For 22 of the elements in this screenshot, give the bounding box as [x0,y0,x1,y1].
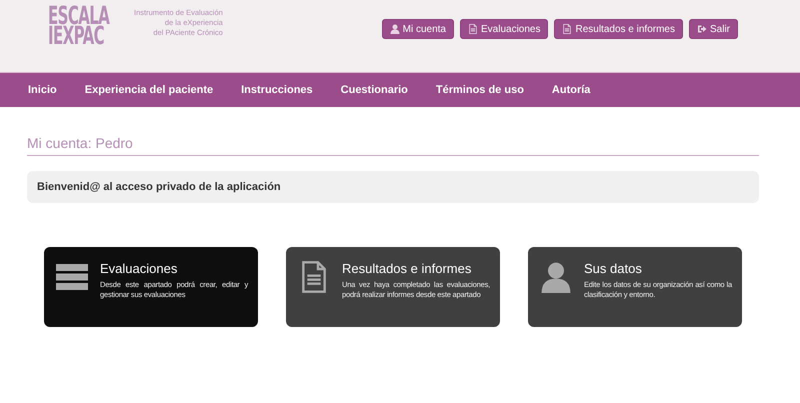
nav-link[interactable]: Autoría [552,84,590,96]
page-title: Mi cuenta: Pedro [27,135,759,156]
document-icon [562,24,572,34]
header-button[interactable]: Salir [688,19,738,39]
nav-link[interactable]: Instrucciones [241,84,313,96]
logo: ESCALA IEXPAC [48,6,111,46]
header-button[interactable]: Mi cuenta [382,19,454,39]
document-icon [468,24,478,34]
header-button[interactable]: Evaluaciones [460,19,548,39]
welcome-message: Bienvenid@ al acceso privado de la aplicación [27,171,759,203]
user-icon [390,24,400,34]
header-button[interactable]: Resultados e informes [554,19,683,39]
user-icon [540,261,572,293]
server-icon [56,261,88,293]
nav-link[interactable]: Cuestionario [340,84,408,96]
nav-link[interactable]: Términos de uso [436,84,524,96]
nav-link[interactable]: Inicio [28,84,57,96]
card-title: Resultados e informes [342,261,472,276]
exit-icon [696,24,707,34]
card-title: Sus datos [584,261,643,276]
card-title: Evaluaciones [100,261,178,276]
nav-link[interactable]: Experiencia del paciente [84,84,214,96]
